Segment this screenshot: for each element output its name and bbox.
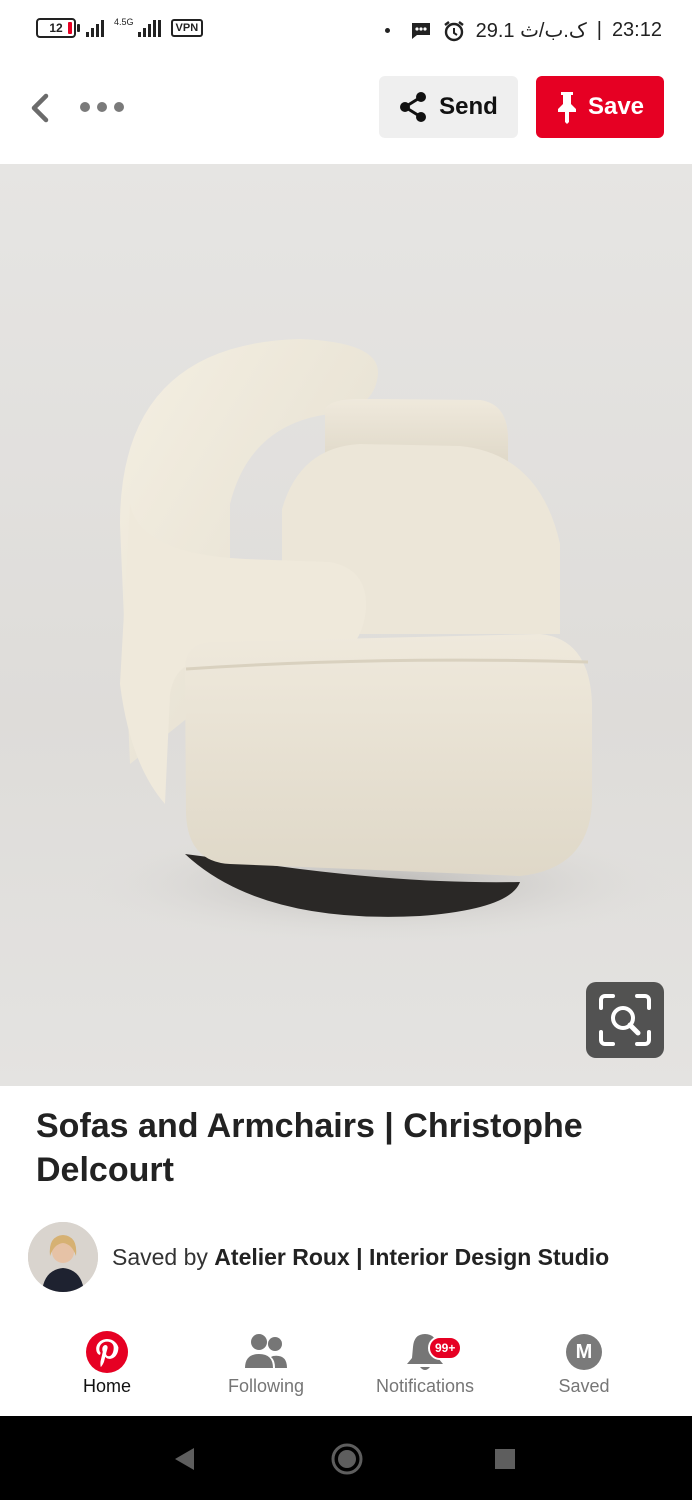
signal-icon-2: [137, 19, 161, 37]
save-label: Save: [587, 93, 645, 120]
nav-home[interactable]: Home: [32, 1328, 182, 1397]
back-chevron-icon: [31, 93, 49, 123]
people-icon: [245, 1334, 287, 1368]
status-separator: |: [596, 19, 602, 41]
share-icon: [400, 92, 427, 122]
system-back-icon[interactable]: [172, 1446, 196, 1472]
nav-following-label: Following: [227, 1376, 305, 1396]
saved-by-text: Saved by Atelier Roux | Interior Design …: [112, 1244, 609, 1271]
pin-image[interactable]: [0, 164, 692, 1086]
top-toolbar: Send Save: [0, 64, 692, 164]
more-dots-icon: [80, 102, 124, 112]
battery-level: 12: [49, 21, 63, 35]
status-left: 12 4.5G VPN: [36, 17, 204, 38]
status-date: 29.1 ک.ب/ث: [475, 20, 587, 42]
system-recents-icon[interactable]: [494, 1448, 516, 1470]
system-home-icon[interactable]: [330, 1442, 364, 1476]
pin-title: Sofas and Armchairs | Christophe Delcour…: [36, 1107, 583, 1189]
nav-home-label: Home: [82, 1376, 131, 1396]
notification-badge: 99+: [428, 1336, 463, 1360]
avatar[interactable]: [28, 1222, 98, 1292]
status-bar: 12 4.5G VPN 29.1 ک.ب/ث | 23:12: [0, 0, 692, 64]
more-options-button[interactable]: [80, 102, 124, 112]
save-button[interactable]: Save: [536, 76, 664, 138]
saved-by-name[interactable]: Atelier Roux | Interior Design Studio: [214, 1244, 609, 1270]
nav-following[interactable]: Following: [191, 1328, 341, 1397]
avatar-photo: [28, 1222, 98, 1292]
system-nav-bar: [0, 1416, 692, 1500]
status-right: 29.1 ک.ب/ث | 23:12: [384, 18, 662, 43]
battery-icon: 12: [36, 18, 80, 38]
message-icon: [411, 22, 430, 39]
visual-search-button[interactable]: [586, 982, 664, 1058]
visual-search-icon: [599, 994, 651, 1046]
vpn-badge: VPN: [170, 19, 204, 37]
network-type: 4.5G: [114, 17, 134, 27]
alarm-icon: [443, 20, 464, 41]
status-time: 23:12: [611, 19, 662, 41]
pin-author[interactable]: Saved by Atelier Roux | Interior Design …: [28, 1222, 609, 1292]
nav-saved-label: Saved: [558, 1376, 610, 1396]
back-button[interactable]: [22, 88, 62, 128]
profile-initial-icon: M: [566, 1334, 602, 1370]
signal-icon: [86, 19, 104, 37]
nav-notifications-label: Notifications: [375, 1376, 475, 1396]
nav-saved[interactable]: M Saved: [509, 1328, 659, 1397]
send-label: Send: [439, 93, 498, 120]
pin-icon: [557, 92, 576, 124]
send-button[interactable]: Send: [379, 76, 518, 138]
notification-dot-icon: [384, 28, 390, 33]
pinterest-logo-icon: [86, 1331, 128, 1373]
sofa-image: [80, 339, 680, 944]
saved-by-prefix: Saved by: [112, 1243, 208, 1270]
nav-notifications[interactable]: 99+ Notifications: [350, 1328, 500, 1397]
bottom-nav: Home Following 99+ Notifications M Saved: [30, 1318, 662, 1416]
